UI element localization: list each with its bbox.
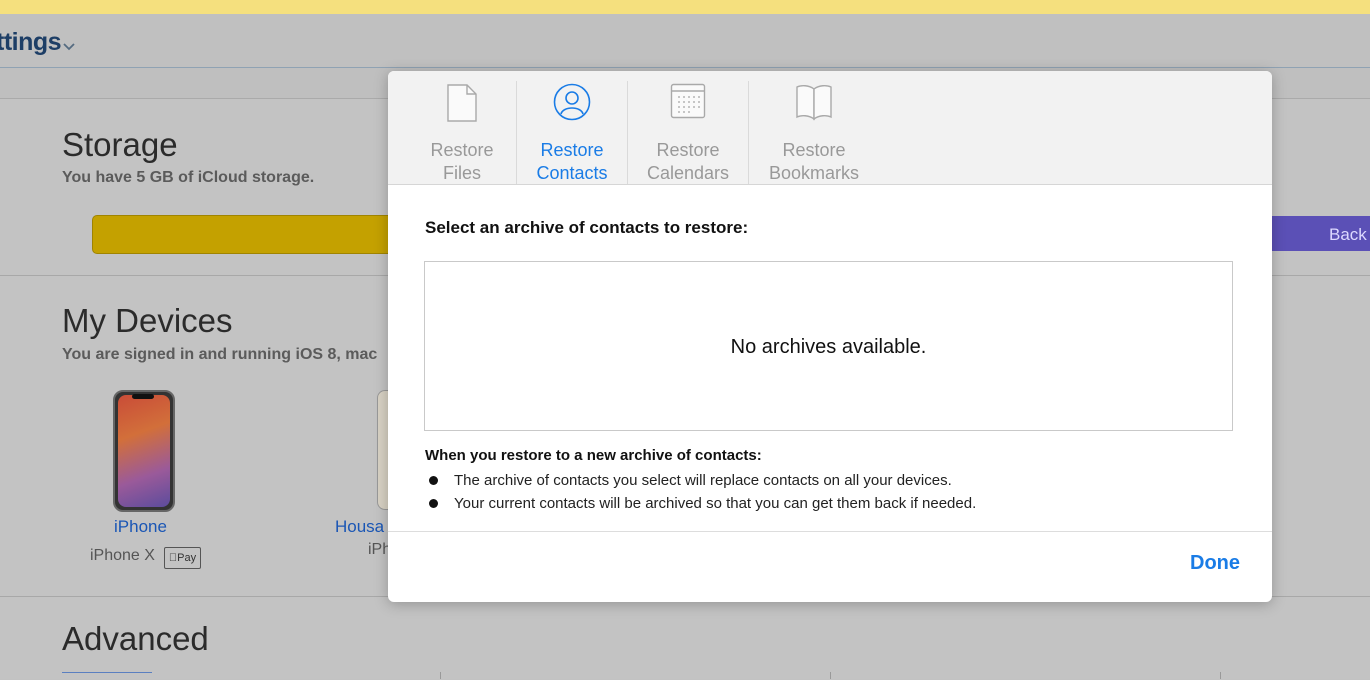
bullet-icon xyxy=(429,476,438,485)
page-header: ttings xyxy=(0,14,1370,68)
archive-list[interactable]: No archives available. xyxy=(424,261,1233,431)
advanced-link[interactable] xyxy=(1220,672,1361,679)
chevron-down-icon[interactable] xyxy=(62,40,76,54)
tab-label-line: Restore xyxy=(656,140,720,160)
advanced-link[interactable] xyxy=(830,672,1131,679)
app-title[interactable]: ttings xyxy=(0,28,62,57)
tab-label-line: Contacts xyxy=(536,163,608,183)
storage-usage-bar xyxy=(92,215,394,254)
tab-restore-files[interactable]: Restore Files xyxy=(407,81,517,184)
info-item-text: Your current contacts will be archived s… xyxy=(454,495,977,512)
done-button[interactable]: Done xyxy=(1190,552,1240,575)
tab-label-line: Restore xyxy=(430,140,494,160)
calendar-icon xyxy=(670,83,706,119)
apple-logo-icon:  xyxy=(169,552,177,564)
device-model: iPhone X xyxy=(90,547,155,564)
tab-label-line: Calendars xyxy=(646,163,730,183)
contact-icon xyxy=(553,83,591,121)
info-item: Your current contacts will be archived s… xyxy=(425,492,976,515)
restore-dialog: Restore Files Restore Contacts Restore C… xyxy=(388,71,1272,602)
tab-label: Restore Bookmarks xyxy=(749,139,879,185)
tab-restore-calendars[interactable]: Restore Calendars xyxy=(628,81,748,184)
tab-restore-bookmarks[interactable]: Restore Bookmarks xyxy=(749,81,879,184)
advanced-links xyxy=(0,672,1370,679)
advanced-title: Advanced xyxy=(62,620,209,657)
device-name[interactable]: Housa xyxy=(335,517,384,537)
advanced-link[interactable] xyxy=(440,672,601,679)
tab-label: Restore Contacts xyxy=(517,139,627,185)
info-item: The archive of contacts you select will … xyxy=(425,469,976,492)
device-name[interactable]: iPhone xyxy=(114,517,167,537)
restore-prompt: Select an archive of contacts to restore… xyxy=(425,218,749,237)
file-icon xyxy=(447,84,477,122)
iphone-image[interactable] xyxy=(113,390,175,512)
info-item-text: The archive of contacts you select will … xyxy=(454,472,952,489)
advanced-section: Advanced xyxy=(0,597,1370,679)
info-heading: When you restore to a new archive of con… xyxy=(425,447,762,464)
tab-label: Restore Calendars xyxy=(628,139,748,185)
tab-label-line: Files xyxy=(442,163,481,183)
tab-restore-contacts[interactable]: Restore Contacts xyxy=(517,81,627,184)
backup-label: Back xyxy=(1329,225,1367,244)
tab-label-line: Restore xyxy=(782,140,846,160)
devices-subtitle: You are signed in and running iOS 8, mac xyxy=(62,346,378,363)
apple-pay-badge: Pay xyxy=(164,547,201,569)
apple-pay-label: Pay xyxy=(173,552,196,564)
storage-subtitle: You have 5 GB of iCloud storage. xyxy=(62,169,315,186)
tab-label-line: Restore xyxy=(540,140,604,160)
bullet-icon xyxy=(429,499,438,508)
tab-label-line: Bookmarks xyxy=(768,163,860,183)
tab-label: Restore Files xyxy=(407,139,517,185)
info-list: The archive of contacts you select will … xyxy=(425,469,976,515)
footer-divider xyxy=(388,531,1272,532)
phone-notch xyxy=(132,394,154,399)
devices-title: My Devices xyxy=(62,302,233,339)
restore-tabs: Restore Files Restore Contacts Restore C… xyxy=(388,71,1272,185)
book-icon xyxy=(796,84,832,121)
phone-screen xyxy=(118,395,170,507)
storage-title: Storage xyxy=(62,126,178,163)
empty-message: No archives available. xyxy=(730,336,927,358)
top-strip xyxy=(0,0,1370,14)
